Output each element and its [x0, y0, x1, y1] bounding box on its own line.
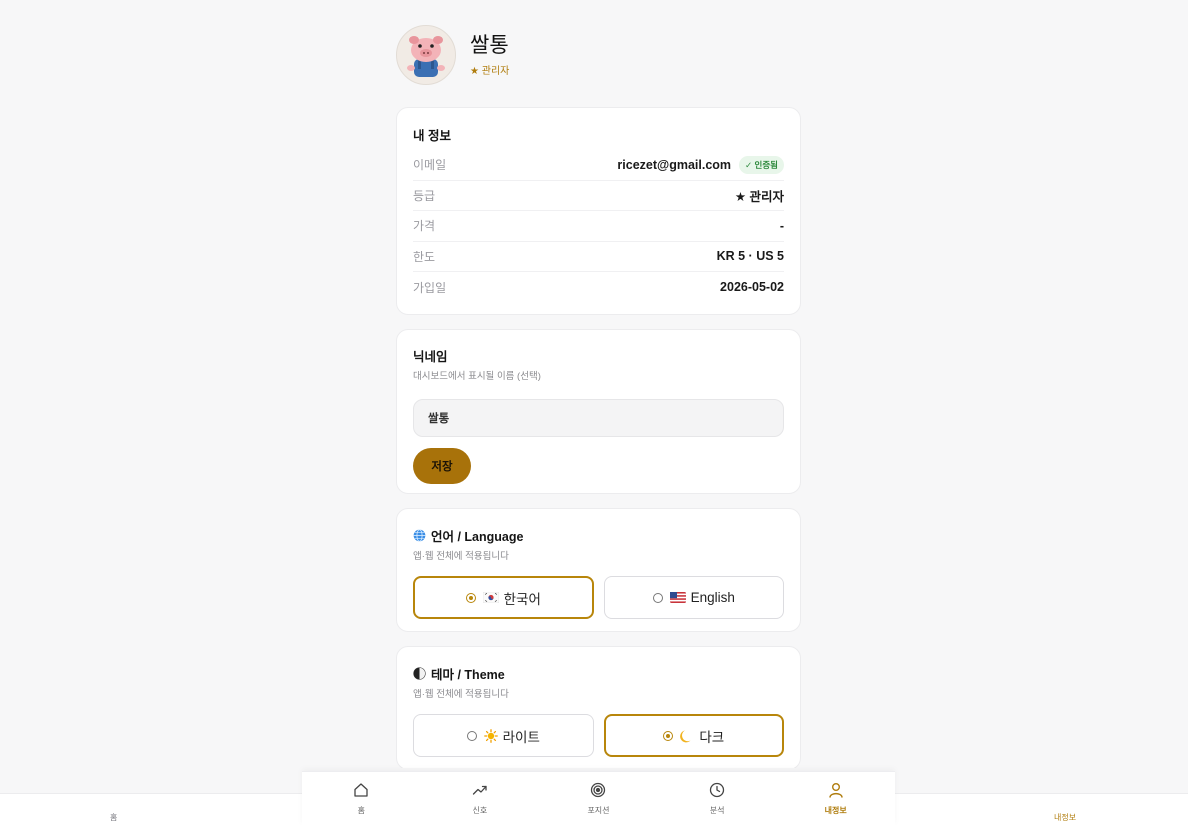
language-label-korean: 한국어: [503, 591, 541, 607]
theme-subtitle: 앱·웹 전체에 적용됩니다: [413, 689, 509, 700]
profile-role: ★ 관리자: [470, 66, 510, 77]
info-label: 가격: [413, 219, 436, 234]
info-row-price: 가격 -: [413, 211, 784, 242]
profile-header: 쌀통 ★ 관리자: [396, 25, 509, 85]
language-option-korean[interactable]: 한국어: [413, 576, 594, 619]
half-moon-icon: [413, 667, 426, 680]
language-card: 언어 / Language 앱·웹 전체에 적용됩니다 한국어 English: [396, 508, 801, 632]
avatar: [396, 25, 456, 85]
info-row-grade: 등급 ★ 관리자: [413, 181, 784, 211]
price-value: -: [779, 218, 784, 233]
tab-label: 홈: [357, 805, 365, 815]
tab-analysis[interactable]: 분석: [667, 782, 767, 816]
radio-selected-icon: [465, 592, 476, 603]
theme-title: 테마 / Theme: [431, 668, 505, 682]
home-icon: [353, 782, 369, 800]
nickname-subtitle: 대시보드에서 표시될 이름 (선택): [413, 371, 541, 382]
my-info-card: 내 정보 이메일 ricezet@gmail.com ✓ 인증됨 등급 ★ 관리…: [396, 107, 801, 315]
info-label: 이메일: [413, 158, 447, 173]
language-subtitle: 앱·웹 전체에 적용됩니다: [413, 551, 509, 562]
trend-icon: [472, 782, 488, 800]
tab-position[interactable]: 포지션: [548, 782, 648, 816]
tab-home[interactable]: 홈: [311, 782, 411, 816]
outer-home-label[interactable]: 홈: [110, 812, 117, 823]
globe-icon: [413, 529, 426, 542]
info-row-joined: 가입일 2026-05-02: [413, 272, 784, 303]
language-label-english: English: [690, 590, 735, 605]
language-title: 언어 / Language: [431, 530, 524, 544]
user-icon: [828, 782, 844, 800]
clock-icon: [709, 782, 725, 800]
tab-label: 포지션: [587, 805, 610, 815]
tab-signal[interactable]: 신호: [430, 782, 530, 816]
theme-option-dark[interactable]: 다크: [603, 714, 784, 757]
tab-my-info[interactable]: 내정보: [786, 782, 886, 816]
tab-label: 내정보: [824, 805, 847, 815]
pig-mascot-icon: [397, 26, 455, 84]
limit-value: KR 5 · US 5: [716, 249, 784, 264]
info-label: 등급: [413, 188, 436, 203]
settings-content: 쌀통 ★ 관리자 내 정보 이메일 ricezet@gmail.com ✓ 인증…: [396, 0, 801, 768]
grade-value: ★ 관리자: [734, 189, 784, 204]
save-button[interactable]: 저장: [413, 448, 471, 484]
target-icon: [590, 782, 606, 800]
info-label: 한도: [413, 249, 436, 264]
moon-icon: [680, 729, 694, 743]
nickname-card: 닉네임 대시보드에서 표시될 이름 (선택) 쌀통 저장: [396, 329, 801, 494]
language-option-english[interactable]: English: [603, 576, 784, 619]
theme-card: 테마 / Theme 앱·웹 전체에 적용됩니다 라이트 다크: [396, 646, 801, 768]
email-value: ricezet@gmail.com: [617, 157, 732, 172]
verified-badge: ✓ 인증됨: [739, 155, 784, 174]
profile-name: 쌀통: [470, 34, 509, 57]
my-info-title: 내 정보: [413, 129, 451, 143]
theme-option-light[interactable]: 라이트: [413, 714, 594, 757]
tab-label: 분석: [709, 805, 725, 815]
flag-us-icon: [669, 592, 686, 603]
theme-label-dark: 다크: [699, 729, 725, 745]
bottom-tab-bar: 홈 신호 포지션 분석 내정보: [302, 771, 895, 825]
info-label: 가입일: [413, 280, 447, 295]
tab-label: 신호: [472, 805, 488, 815]
flag-kr-icon: [482, 592, 499, 603]
nickname-title: 닉네임: [413, 350, 448, 364]
sun-icon: [483, 728, 498, 743]
outer-my-info-label[interactable]: 내정보: [1054, 812, 1076, 823]
radio-unselected-icon: [466, 730, 477, 741]
radio-unselected-icon: [652, 592, 663, 603]
theme-label-light: 라이트: [502, 729, 540, 745]
info-row-limit: 한도 KR 5 · US 5: [413, 242, 784, 272]
radio-selected-icon: [663, 730, 674, 741]
joined-value: 2026-05-02: [720, 280, 784, 295]
nickname-input[interactable]: 쌀통: [413, 399, 784, 437]
info-row-email: 이메일 ricezet@gmail.com ✓ 인증됨: [413, 150, 784, 181]
